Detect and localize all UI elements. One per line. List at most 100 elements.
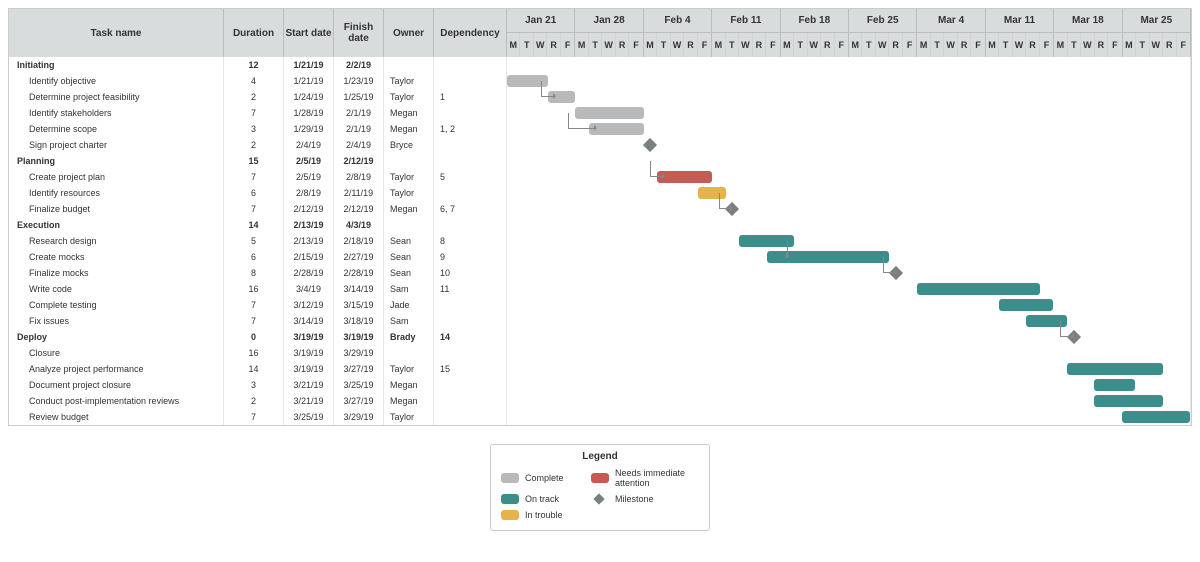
milestone-icon[interactable] [889,266,903,280]
data-cell [384,57,434,73]
data-cell: 2/11/19 [334,185,384,201]
weekday-label: W [1081,33,1094,57]
data-cell: 4/3/19 [334,217,384,233]
task-name-cell: Identify stakeholders [9,105,224,121]
gantt-bar[interactable] [507,75,548,87]
task-name-cell: Document project closure [9,377,224,393]
gantt-bar[interactable] [548,91,575,103]
data-cell: Jade [384,297,434,313]
data-cell: 3/18/19 [334,313,384,329]
data-cell: 3/27/19 [334,361,384,377]
data-cell: 2/28/19 [284,265,334,281]
data-cell: 3/19/19 [334,329,384,345]
col-finish-header: Finish date [334,9,384,57]
gantt-bar[interactable] [917,283,1040,295]
gantt-bar[interactable] [1067,363,1163,375]
weekday-label: F [1040,33,1053,57]
data-cell: 2/12/19 [334,201,384,217]
task-name-cell: Complete testing [9,297,224,313]
gantt-bar-area [507,105,1191,121]
gantt-bar-area [507,73,1191,89]
data-cell [434,73,507,89]
weekday-label: T [657,33,670,57]
weekday-label: R [616,33,629,57]
milestone-icon[interactable] [1067,330,1081,344]
data-cell: 8 [434,233,507,249]
data-cell: 3/21/19 [284,377,334,393]
data-cell: 5 [224,233,284,249]
weekday-group: MTWRF [507,33,575,57]
weekday-label: R [1095,33,1108,57]
legend-swatch-ontrack [501,494,519,504]
legend-title: Legend [501,451,699,462]
task-name-cell: Research design [9,233,224,249]
task-name-cell: Analyze project performance [9,361,224,377]
gantt-bar[interactable] [698,187,725,199]
data-cell: 3/19/19 [284,345,334,361]
legend-label: Needs immediate attention [615,468,699,488]
data-cell: 14 [224,217,284,233]
task-name-cell: Execution [9,217,224,233]
weekday-label: W [1150,33,1163,57]
week-label: Mar 25 [1123,9,1191,33]
weekday-label: W [739,33,752,57]
data-cell: 7 [224,297,284,313]
week-label: Mar 4 [917,9,985,33]
data-cell: 7 [224,105,284,121]
weekday-label: W [808,33,821,57]
legend-label: Milestone [615,494,699,504]
gantt-bar[interactable] [1094,379,1135,391]
data-cell: Brady [384,329,434,345]
milestone-icon[interactable] [725,202,739,216]
weekday-label: T [1136,33,1149,57]
gantt-bar[interactable] [1026,315,1067,327]
data-cell: 9 [434,249,507,265]
gantt-bar[interactable] [1122,411,1190,423]
data-cell: 2/13/19 [284,217,334,233]
gantt-bar-area [507,281,1191,297]
task-name-cell: Determine project feasibility [9,89,224,105]
task-name-cell: Finalize mocks [9,265,224,281]
legend-swatch-attention [591,473,609,483]
legend-swatch-milestone [593,493,604,504]
gantt-bar[interactable] [739,235,794,247]
data-cell: Sean [384,249,434,265]
data-cell [434,297,507,313]
week-label: Feb 25 [849,9,917,33]
weekday-label: R [753,33,766,57]
weekday-label: F [629,33,642,57]
weekday-label: R [821,33,834,57]
gantt-bar[interactable] [589,123,644,135]
gantt-bar[interactable] [575,107,643,119]
weekday-label: M [575,33,588,57]
data-cell: 14 [224,361,284,377]
weekday-label: F [1177,33,1190,57]
col-task-header: Task name [9,9,224,57]
gantt-bar-area [507,313,1191,329]
gantt-bar[interactable] [1094,395,1162,407]
data-cell: 3/14/19 [284,313,334,329]
gantt-bar[interactable] [657,171,712,183]
task-name-cell: Write code [9,281,224,297]
data-cell: 11 [434,281,507,297]
data-cell: 7 [224,201,284,217]
gantt-bar-area [507,249,1191,265]
data-cell: 16 [224,345,284,361]
gantt-bar-area [507,329,1191,345]
weekday-label: R [684,33,697,57]
weekday-label: F [903,33,916,57]
weekday-group: MTWRF [1054,33,1122,57]
data-cell: 3/14/19 [334,281,384,297]
gantt-bar[interactable] [767,251,890,263]
gantt-bar[interactable] [999,299,1054,311]
task-name-cell: Create mocks [9,249,224,265]
data-cell: Sean [384,265,434,281]
data-cell: 6 [224,249,284,265]
gantt-bar-area [507,361,1191,377]
milestone-icon[interactable] [643,138,657,152]
data-cell: Bryce [384,137,434,153]
data-cell: 2/1/19 [334,105,384,121]
timeline-header: Jan 21Jan 28Feb 4Feb 11Feb 18Feb 25Mar 4… [507,9,1191,57]
weekday-label: R [889,33,902,57]
weekday-label: M [1123,33,1136,57]
